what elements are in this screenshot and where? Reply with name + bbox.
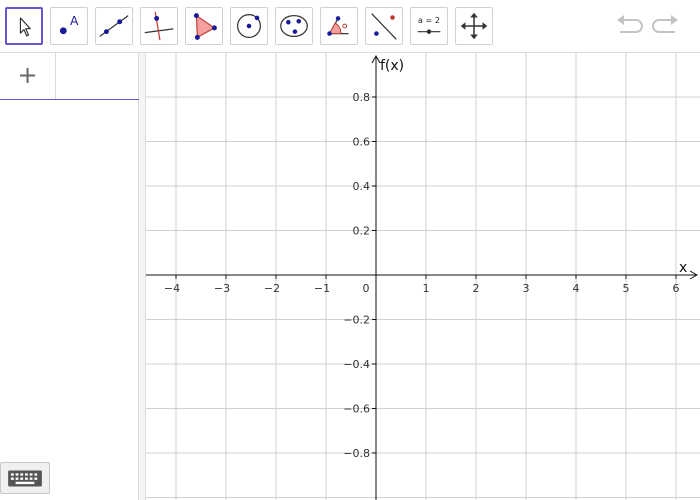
redo-icon [652,15,678,33]
grid-lines [146,53,700,500]
point-tool-button[interactable]: A [50,7,88,45]
slider-tool-button[interactable]: a = 2 [410,7,448,45]
add-item-button[interactable]: + [0,53,56,99]
line-tool-button[interactable] [95,7,133,45]
x-tick-label: 5 [623,282,630,295]
graphics-view[interactable]: −4 −3 −2 −1 0 1 2 3 4 5 6 0.8 0.6 0.4 0.2 −0.2 −0.4 −0.6… [146,53,700,500]
circle-center-point-icon [237,14,261,38]
move-arrows-icon [460,12,488,40]
move-tool-button[interactable] [5,7,43,45]
y-tick-label: 0.8 [353,91,371,104]
x-tick-label: 0 [363,282,370,295]
angle-tool-button[interactable] [320,7,358,45]
undo-icon [617,15,643,33]
angle-icon [327,16,349,36]
line-through-points-icon [99,15,129,37]
y-axis-label: f(x) [380,58,404,74]
x-tick-label: −3 [214,282,230,295]
x-tick-label: −2 [264,282,280,295]
y-tick-label: −0.8 [343,447,370,460]
toolbar: A a = 2 [0,0,700,53]
algebra-input-row[interactable]: + [0,53,139,100]
cursor-arrow-icon [19,17,31,37]
axes [146,54,699,500]
polygon-tool-button[interactable] [185,7,223,45]
conic-tool-button[interactable] [275,7,313,45]
x-axis-label: x [679,260,687,276]
coordinate-grid: −4 −3 −2 −1 0 1 2 3 4 5 6 0.8 0.6 0.4 0.2 −0.2 −0.4 −0.6… [146,53,700,500]
x-tick-label: 1 [423,282,430,295]
x-tick-label: 3 [523,282,530,295]
perpendicular-line-icon [144,11,174,41]
slider-icon: a = 2 [417,16,441,34]
x-tick-label: 4 [573,282,580,295]
y-tick-label: 0.4 [353,180,371,193]
point-tool-label: A [70,14,79,28]
point-icon: A [59,14,79,35]
y-tick-label: 0.2 [353,225,371,238]
keyboard-toggle-button[interactable] [0,462,50,494]
x-tick-label: −1 [314,282,330,295]
redo-button[interactable] [651,12,681,40]
ellipse-through-points-icon [280,14,308,38]
y-tick-label: 0.6 [353,136,371,149]
y-tick-label: −0.4 [343,358,370,371]
slider-tool-label: a = 2 [418,16,440,25]
x-tick-label: −4 [164,282,180,295]
polygon-icon [193,13,217,40]
keyboard-icon [8,470,42,487]
algebra-view: + [0,53,139,500]
undo-button[interactable] [614,12,644,40]
reflect-tool-button[interactable] [365,7,403,45]
x-tick-label: 2 [473,282,480,295]
perpendicular-line-tool-button[interactable] [140,7,178,45]
circle-tool-button[interactable] [230,7,268,45]
x-tick-label: 6 [673,282,680,295]
y-tick-label: −0.2 [343,314,370,327]
move-graphics-tool-button[interactable] [455,7,493,45]
y-tick-label: −0.6 [343,403,370,416]
view-splitter[interactable] [139,53,146,500]
reflect-about-line-icon [371,13,397,40]
x-tick-labels: −4 −3 −2 −1 0 1 2 3 4 5 6 [164,282,680,295]
